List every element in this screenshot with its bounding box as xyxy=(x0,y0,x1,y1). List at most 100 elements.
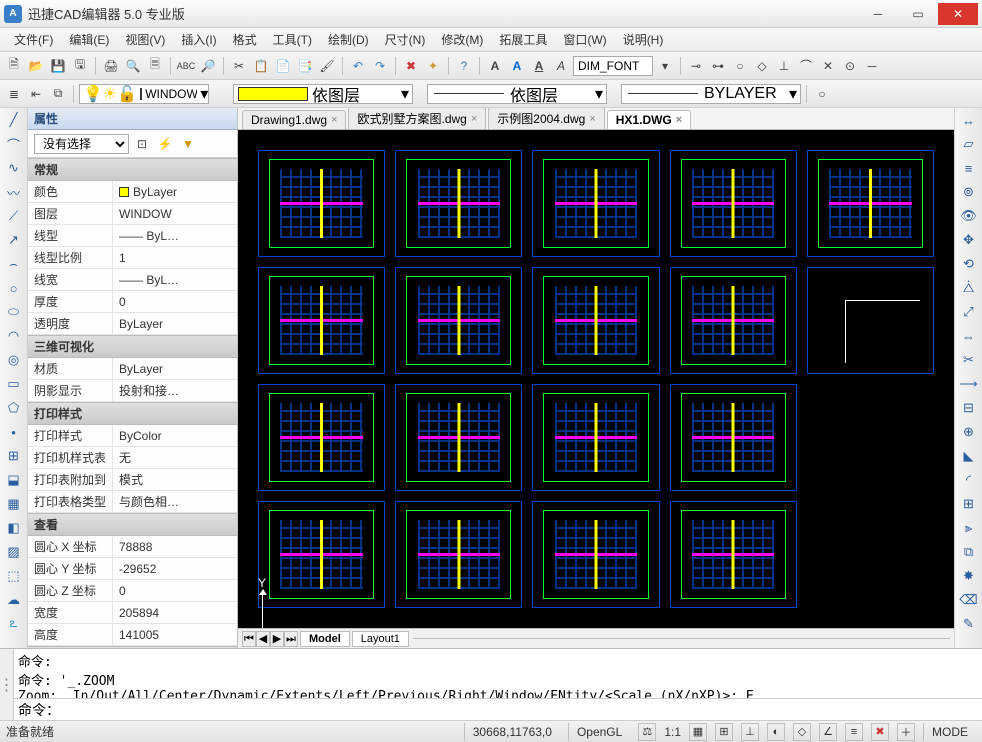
props-value[interactable]: 模式 xyxy=(113,469,237,490)
props-group-header[interactable]: 常规 xyxy=(28,158,237,181)
purge-icon[interactable]: ✦ xyxy=(423,56,443,76)
menu-item[interactable]: 绘制(D) xyxy=(320,28,377,51)
tab-close-icon[interactable]: × xyxy=(676,114,682,126)
insert-icon[interactable]: ⬓ xyxy=(4,470,24,490)
menu-item[interactable]: 窗口(W) xyxy=(555,28,614,51)
document-tab[interactable]: Drawing1.dwg× xyxy=(242,110,346,129)
array-icon[interactable]: ⊞ xyxy=(959,494,979,514)
polyline-icon[interactable]: ∿ xyxy=(4,158,24,178)
snap-mid-icon[interactable]: ⊶ xyxy=(708,56,728,76)
snap-tan-icon[interactable]: ⌒ xyxy=(796,56,816,76)
pedit-icon[interactable]: ✎ xyxy=(959,614,979,634)
status-snap-icon[interactable]: ▦ xyxy=(689,723,707,741)
arc2-icon[interactable]: ⌢ xyxy=(4,254,24,274)
props-row[interactable]: 圆心 Z 坐标0 xyxy=(28,580,237,602)
filter-icon[interactable]: ▼ xyxy=(178,134,198,154)
layer-selector[interactable]: 💡 ☀ 🔓 ▾ xyxy=(79,84,209,104)
linetype-selector[interactable]: 依图层 ▾ xyxy=(427,84,607,104)
menu-item[interactable]: 说明(H) xyxy=(615,28,672,51)
props-row[interactable]: 打印表格类型与颜色相… xyxy=(28,491,237,513)
snap-node-icon[interactable]: ◇ xyxy=(752,56,772,76)
preview-icon[interactable]: 🔍 xyxy=(123,56,143,76)
command-grip-icon[interactable]: ⋮ xyxy=(0,649,14,720)
undo-icon[interactable]: ↶ xyxy=(348,56,368,76)
model-tab[interactable]: Model xyxy=(300,631,350,647)
tab-close-icon[interactable]: × xyxy=(471,113,477,125)
text-ai-icon[interactable]: A xyxy=(551,56,571,76)
drawing-canvas[interactable]: XY xyxy=(238,130,954,628)
props-row[interactable]: 阴影显示投射和接… xyxy=(28,380,237,402)
document-tab[interactable]: HX1.DWG× xyxy=(607,110,691,129)
status-otrack-icon[interactable]: ∠ xyxy=(819,723,837,741)
status-plus-icon[interactable]: ＋ xyxy=(897,723,915,741)
props-group-header[interactable]: 打印样式 xyxy=(28,402,237,425)
props-row[interactable]: 颜色ByLayer xyxy=(28,181,237,203)
menu-item[interactable]: 编辑(E) xyxy=(61,28,117,51)
props-value[interactable]: 1 xyxy=(113,247,237,268)
menu-item[interactable]: 尺寸(N) xyxy=(377,28,434,51)
copy-icon[interactable]: 📋 xyxy=(251,56,271,76)
close-button[interactable]: ✕ xyxy=(938,3,978,25)
more-icon[interactable]: ▾ xyxy=(655,56,675,76)
join-icon[interactable]: ⊕ xyxy=(959,422,979,442)
layer-prev-icon[interactable]: ⇤ xyxy=(26,84,46,104)
line-icon[interactable]: ╱ xyxy=(4,110,24,130)
props-row[interactable]: 打印表附加到模式 xyxy=(28,469,237,491)
open-icon[interactable]: 📂 xyxy=(26,56,46,76)
break-icon[interactable]: ⊟ xyxy=(959,398,979,418)
xline-icon[interactable]: ⟋ xyxy=(4,206,24,226)
font-combo[interactable] xyxy=(573,56,653,76)
menu-item[interactable]: 文件(F) xyxy=(6,28,61,51)
mirror-icon[interactable]: ⧊ xyxy=(959,278,979,298)
color-selector[interactable]: 依图层 ▾ xyxy=(233,84,413,104)
helix-icon[interactable]: ఽ xyxy=(4,614,24,634)
props-row[interactable]: 宽度205894 xyxy=(28,602,237,624)
erase-icon[interactable]: ⌫ xyxy=(959,590,979,610)
snap-near-icon[interactable]: ✕ xyxy=(818,56,838,76)
props-row[interactable]: 线型比例1 xyxy=(28,247,237,269)
snap-perp-icon[interactable]: ⊥ xyxy=(774,56,794,76)
props-value[interactable]: —— ByL… xyxy=(113,269,237,290)
document-tab[interactable]: 示例图2004.dwg× xyxy=(488,108,604,129)
ray-icon[interactable]: ↗ xyxy=(4,230,24,250)
text-a2-icon[interactable]: A xyxy=(507,56,527,76)
status-scale-icon[interactable]: ⚖ xyxy=(638,723,656,741)
polygon-icon[interactable]: ⬠ xyxy=(4,398,24,418)
area-icon[interactable]: ▱ xyxy=(959,134,979,154)
status-polar-icon[interactable]: ◐ xyxy=(767,723,785,741)
props-value[interactable]: 无 xyxy=(113,447,237,468)
props-value[interactable]: 141005 xyxy=(113,624,237,645)
paste-icon[interactable]: 📄 xyxy=(273,56,293,76)
layer-iso-icon[interactable]: ⧉ xyxy=(48,84,68,104)
minimize-button[interactable]: ─ xyxy=(858,3,898,25)
pick-icon[interactable]: ⊡ xyxy=(132,134,152,154)
quick-select-icon[interactable]: ⚡ xyxy=(155,134,175,154)
menu-item[interactable]: 视图(V) xyxy=(117,28,173,51)
layout-next-icon[interactable]: ▶ xyxy=(270,631,284,647)
snap-int-icon[interactable]: ⊙ xyxy=(840,56,860,76)
menu-item[interactable]: 修改(M) xyxy=(433,28,491,51)
paste-special-icon[interactable]: 📑 xyxy=(295,56,315,76)
props-row[interactable]: 打印样式ByColor xyxy=(28,425,237,447)
props-row[interactable]: 透明度ByLayer xyxy=(28,313,237,335)
new-icon[interactable]: 🗎 xyxy=(4,56,24,76)
props-row[interactable]: 圆心 X 坐标78888 xyxy=(28,536,237,558)
status-lwt-icon[interactable]: ≡ xyxy=(845,723,863,741)
region-icon[interactable]: ◧ xyxy=(4,518,24,538)
props-value[interactable]: 0 xyxy=(113,291,237,312)
rotate-icon[interactable]: ⟲ xyxy=(959,254,979,274)
layout-first-icon[interactable]: ⏮ xyxy=(242,631,256,647)
tab-close-icon[interactable]: × xyxy=(331,114,337,126)
redo-icon[interactable]: ↷ xyxy=(370,56,390,76)
command-input[interactable] xyxy=(64,702,978,718)
plot-icon[interactable]: 🗏 xyxy=(145,56,165,76)
ellipse-arc-icon[interactable]: ◠ xyxy=(4,326,24,346)
props-value[interactable]: 投射和接… xyxy=(113,380,237,401)
props-group-header[interactable]: 三维可视化 xyxy=(28,335,237,358)
props-value[interactable]: —— ByL… xyxy=(113,225,237,246)
id-icon[interactable]: ⊚ xyxy=(959,182,979,202)
status-grid-icon[interactable]: ⊞ xyxy=(715,723,733,741)
lineweight-selector[interactable]: BYLAYER ▾ xyxy=(621,84,801,104)
trim-icon[interactable]: ✂ xyxy=(959,350,979,370)
props-row[interactable]: 材质ByLayer xyxy=(28,358,237,380)
